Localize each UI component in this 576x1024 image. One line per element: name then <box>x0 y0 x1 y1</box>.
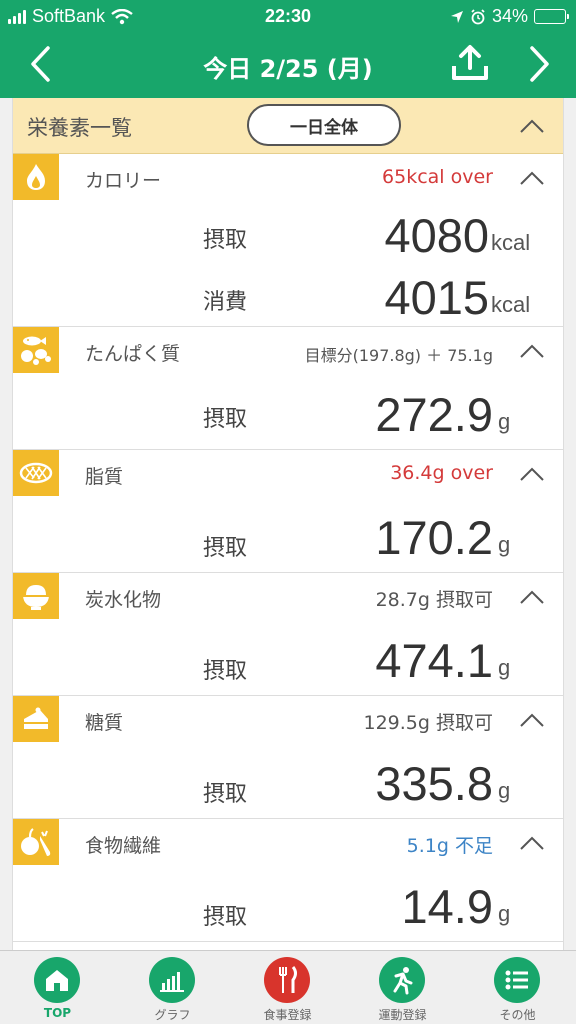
row-value: 170.2 <box>375 511 493 564</box>
tab-graph[interactable]: グラフ <box>115 951 230 1024</box>
tab-exercise-register[interactable]: 運動登録 <box>345 951 460 1024</box>
protein-food-icon <box>13 327 59 373</box>
home-icon <box>34 957 80 1003</box>
chevron-right-icon <box>530 46 549 82</box>
share-upload-icon <box>452 45 488 80</box>
row-unit: g <box>498 409 511 434</box>
nutrient-list[interactable]: 栄養素一覧 一日全体 カロリー 65kcal over 摂取 4080 kcal… <box>12 98 564 950</box>
tab-top[interactable]: TOP <box>0 951 115 1024</box>
summary-label: 栄養素一覧 <box>27 116 132 140</box>
row-value: 272.9 <box>375 388 493 441</box>
fork-knife-icon <box>264 957 310 1003</box>
battery-icon <box>534 9 569 24</box>
status-bar: SoftBank 22:30 34% <box>0 0 576 32</box>
row-value: 4015 <box>384 271 489 324</box>
app-header: 今日 2/25 (月) <box>0 32 576 98</box>
row-label: 摂取 <box>203 659 248 684</box>
whole-day-button[interactable]: 一日全体 <box>247 104 401 146</box>
tab-label: 運動登録 <box>378 1008 427 1022</box>
list-icon <box>494 957 540 1003</box>
section-status: 129.5g 摂取可 <box>363 712 494 734</box>
collapse-caret-icon[interactable] <box>519 170 545 186</box>
cake-icon <box>13 696 59 742</box>
intake-row: 摂取 335.8 g <box>13 744 563 818</box>
row-label: 摂取 <box>203 782 248 807</box>
tab-label: 食事登録 <box>263 1008 312 1022</box>
section-name: たんぱく質 <box>85 343 181 365</box>
section-name: 炭水化物 <box>85 589 162 611</box>
row-value: 4080 <box>384 209 489 262</box>
row-unit: kcal <box>491 292 531 317</box>
tab-label: その他 <box>499 1008 536 1022</box>
runner-icon <box>379 957 425 1003</box>
row-value: 474.1 <box>375 634 493 687</box>
section-sugar: 糖質 129.5g 摂取可 摂取 335.8 g <box>13 696 563 819</box>
row-value: 335.8 <box>375 757 493 810</box>
section-status: 28.7g 摂取可 <box>375 589 493 611</box>
section-name: 食物繊維 <box>85 835 162 857</box>
section-carbohydrate: 炭水化物 28.7g 摂取可 摂取 474.1 g <box>13 573 563 696</box>
tab-meal-register[interactable]: 食事登録 <box>230 951 345 1024</box>
row-unit: g <box>498 655 511 680</box>
next-day-button[interactable] <box>520 42 560 86</box>
flame-icon <box>13 154 59 200</box>
collapse-caret-icon[interactable] <box>519 118 545 134</box>
collapse-caret-icon[interactable] <box>519 466 545 482</box>
tab-label: グラフ <box>154 1008 191 1022</box>
section-name: 糖質 <box>85 712 124 734</box>
row-label: 摂取 <box>203 228 248 253</box>
share-button[interactable] <box>448 44 492 84</box>
apple-carrot-icon <box>13 819 59 865</box>
row-label: 摂取 <box>203 407 248 432</box>
section-name: カロリー <box>85 170 162 192</box>
alarm-icon <box>471 8 485 24</box>
row-unit: g <box>498 778 511 803</box>
bar-chart-icon <box>149 957 195 1003</box>
section-status: 目標分(197.8g) ＋ 75.1g <box>304 346 493 365</box>
row-label: 摂取 <box>203 905 248 930</box>
collapse-caret-icon[interactable] <box>519 712 545 728</box>
bottom-tab-bar: TOP グラフ 食事登録 運動登録 その他 <box>0 950 576 1024</box>
fat-icon <box>13 450 59 496</box>
intake-row: 摂取 272.9 g <box>13 375 563 449</box>
collapse-caret-icon[interactable] <box>519 343 545 359</box>
row-label: 消費 <box>203 290 248 315</box>
section-calorie: カロリー 65kcal over 摂取 4080 kcal 消費 4015 kc… <box>13 154 563 327</box>
tab-other[interactable]: その他 <box>460 951 575 1024</box>
intake-row: 摂取 14.9 g <box>13 867 563 941</box>
row-unit: kcal <box>491 230 531 255</box>
section-status: 36.4g over <box>390 462 493 484</box>
battery-percent: 34% <box>491 6 528 26</box>
section-fat: 脂質 36.4g over 摂取 170.2 g <box>13 450 563 573</box>
section-status: 5.1g 不足 <box>406 835 493 857</box>
row-value: 14.9 <box>401 880 493 933</box>
location-arrow-icon <box>450 10 463 23</box>
row-unit: g <box>498 901 511 926</box>
rice-bowl-icon <box>13 573 59 619</box>
section-name: 脂質 <box>85 466 124 488</box>
intake-row: 摂取 4080 kcal <box>13 202 563 264</box>
tab-label: TOP <box>43 1006 72 1020</box>
intake-row: 摂取 170.2 g <box>13 498 563 572</box>
collapse-caret-icon[interactable] <box>519 835 545 851</box>
section-status: 65kcal over <box>382 166 493 188</box>
collapse-caret-icon[interactable] <box>519 589 545 605</box>
row-unit: g <box>498 532 511 557</box>
intake-row: 摂取 474.1 g <box>13 621 563 695</box>
section-protein: たんぱく質 目標分(197.8g) ＋ 75.1g 摂取 272.9 g <box>13 327 563 450</box>
nutrient-summary-header: 栄養素一覧 一日全体 <box>13 98 563 154</box>
section-dietary-fiber: 食物繊維 5.1g 不足 摂取 14.9 g <box>13 819 563 942</box>
burned-row: 消費 4015 kcal <box>13 264 563 326</box>
row-label: 摂取 <box>203 536 248 561</box>
